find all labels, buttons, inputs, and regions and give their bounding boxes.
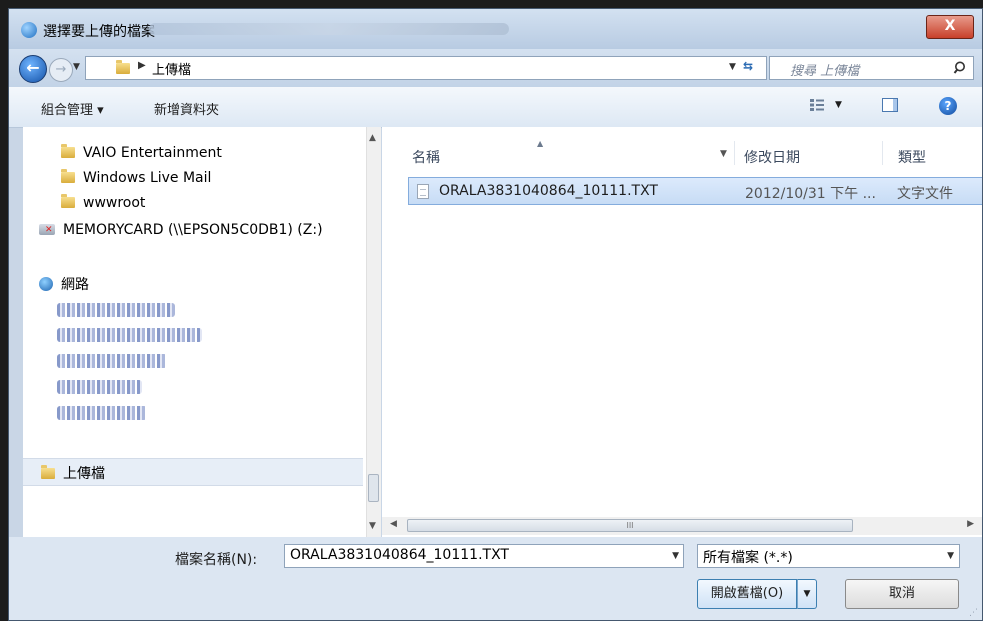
file-name-cell: ORALA3831040864_10111.TXT — [439, 183, 658, 199]
sidebar-item-vaio-entertainment[interactable]: VAIO Entertainment — [61, 144, 222, 161]
sidebar-item-label: 網路 — [61, 277, 89, 293]
folder-icon — [116, 60, 130, 74]
network-drive-disconnected-icon — [39, 224, 55, 235]
file-type-select[interactable]: 所有檔案 (*.*) ▼ — [697, 544, 960, 568]
window-title: 選擇要上傳的檔案 — [43, 24, 155, 40]
redacted-network-item[interactable] — [57, 328, 202, 342]
dialog-footer: 檔案名稱(N): ORALA3831040864_10111.TXT ▼ 所有檔… — [9, 537, 982, 620]
browser-icon — [21, 22, 37, 38]
help-icon[interactable]: ? — [939, 97, 957, 115]
address-bar[interactable]: ▶ 上傳檔 — [85, 56, 767, 80]
view-options-chevron-down-icon[interactable]: ▼ — [835, 100, 842, 110]
sidebar-item-label: 上傳檔 — [63, 466, 105, 482]
file-row[interactable]: ORALA3831040864_10111.TXT 2012/10/31 下午 … — [408, 177, 982, 205]
organize-button[interactable]: 組合管理 ▾ — [41, 99, 104, 118]
redacted-network-item[interactable] — [57, 406, 147, 420]
column-header-modified[interactable]: 修改日期 — [744, 147, 800, 167]
folder-icon — [61, 169, 75, 183]
sidebar-item-label: MEMORYCARD (\\EPSON5C0DB1) (Z:) — [63, 222, 323, 238]
filename-label: 檔案名稱(N): — [175, 552, 258, 568]
sidebar-item-label: VAIO Entertainment — [83, 145, 222, 161]
breadcrumb-chevron-right-icon[interactable]: ▶ — [138, 60, 146, 71]
scrollbar-thumb[interactable]: III — [407, 519, 853, 532]
sidebar-item-network[interactable]: 網路 — [39, 274, 89, 294]
sidebar-scrollbar[interactable]: ▲ ▼ — [366, 127, 381, 537]
file-list-pane: 名稱 ▲ ▼ 修改日期 類型 ORALA3831040864_10111.TXT… — [382, 127, 982, 537]
file-open-dialog: 選擇要上傳的檔案 X ← → ▼ ▶ 上傳檔 ▼ ⇆ 搜尋 上傳檔 組合管理 ▾… — [8, 8, 983, 621]
preview-pane-icon[interactable] — [882, 98, 898, 112]
scroll-down-icon[interactable]: ▼ — [369, 521, 376, 531]
search-icon[interactable] — [953, 60, 969, 76]
folder-icon — [61, 194, 75, 208]
sidebar-item-selected-folder[interactable]: 上傳檔 — [23, 458, 363, 486]
sort-ascending-icon: ▲ — [537, 139, 544, 148]
navigation-pane: VAIO Entertainment Windows Live Mail www… — [23, 127, 380, 537]
command-toolbar: 組合管理 ▾ 新增資料夾 ▼ ? — [9, 87, 982, 128]
recent-pages-chevron-down-icon[interactable]: ▼ — [73, 62, 80, 72]
text-file-icon — [417, 184, 429, 199]
scroll-right-icon[interactable]: ▶ — [967, 519, 974, 529]
column-divider[interactable] — [734, 141, 735, 165]
search-placeholder: 搜尋 上傳檔 — [790, 64, 860, 79]
address-history-chevron-down-icon[interactable]: ▼ — [729, 62, 736, 72]
title-bar: 選擇要上傳的檔案 X — [9, 9, 982, 49]
resize-grip-icon[interactable]: ⋰ — [969, 608, 978, 618]
folder-icon — [61, 144, 75, 158]
close-button[interactable]: X — [926, 15, 974, 39]
file-list-scrollbar[interactable]: ◀ III ▶ — [382, 517, 982, 535]
filename-history-chevron-down-icon[interactable]: ▼ — [672, 551, 679, 561]
selected-folder-entry: 上傳檔 — [41, 463, 105, 483]
sidebar-item-label: Windows Live Mail — [83, 170, 212, 186]
new-folder-button[interactable]: 新增資料夾 — [154, 99, 219, 118]
scroll-left-icon[interactable]: ◀ — [390, 519, 397, 529]
search-input[interactable]: 搜尋 上傳檔 — [769, 56, 974, 80]
redacted-network-item[interactable] — [57, 380, 142, 394]
open-options-chevron-down-icon[interactable]: ▼ — [797, 579, 817, 609]
refresh-icon[interactable]: ⇆ — [743, 59, 753, 73]
sidebar-item-memorycard[interactable]: MEMORYCARD (\\EPSON5C0DB1) (Z:) — [39, 222, 323, 238]
sidebar-item-label: wwwroot — [83, 195, 146, 211]
column-filter-chevron-down-icon[interactable]: ▼ — [720, 149, 727, 159]
file-type-cell: 文字文件 — [897, 186, 953, 202]
breadcrumb-current-folder[interactable]: 上傳檔 — [152, 59, 191, 78]
open-button[interactable]: 開啟舊檔(O) — [697, 579, 797, 609]
redacted-network-item[interactable] — [57, 303, 175, 317]
column-divider[interactable] — [882, 141, 883, 165]
blurred-title-region — [149, 23, 509, 35]
scrollbar-thumb[interactable] — [368, 474, 379, 502]
sidebar-item-wwwroot[interactable]: wwwroot — [61, 194, 146, 211]
back-arrow-icon[interactable]: ← — [19, 55, 47, 83]
filename-value[interactable]: ORALA3831040864_10111.TXT — [290, 547, 509, 563]
redacted-network-item[interactable] — [57, 354, 167, 368]
file-type-chevron-down-icon[interactable]: ▼ — [947, 551, 954, 561]
column-header-type[interactable]: 類型 — [898, 147, 926, 167]
file-modified-cell: 2012/10/31 下午 ... — [745, 186, 876, 202]
file-type-value: 所有檔案 (*.*) — [703, 550, 793, 566]
cancel-button[interactable]: 取消 — [845, 579, 959, 609]
folder-icon — [41, 465, 55, 479]
filename-field[interactable]: ORALA3831040864_10111.TXT ▼ — [284, 544, 684, 568]
sidebar-item-windows-live-mail[interactable]: Windows Live Mail — [61, 169, 212, 186]
forward-arrow-icon[interactable]: → — [49, 58, 73, 82]
scroll-up-icon[interactable]: ▲ — [369, 133, 376, 143]
column-header-name[interactable]: 名稱 — [412, 147, 440, 167]
network-globe-icon — [39, 277, 53, 291]
change-view-icon[interactable] — [809, 98, 825, 112]
